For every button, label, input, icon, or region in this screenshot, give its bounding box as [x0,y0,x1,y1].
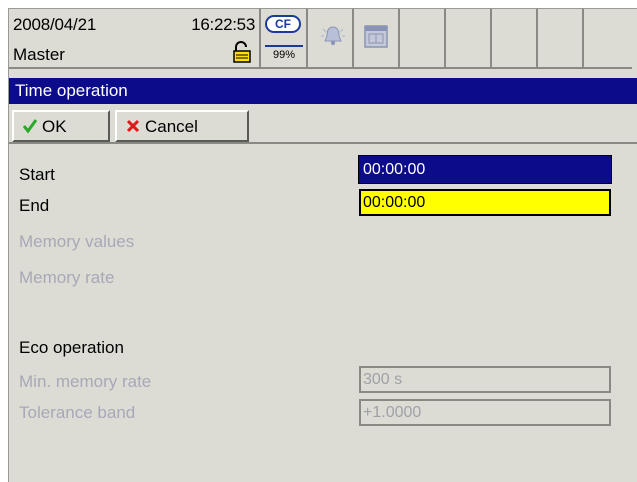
cf-usage-percent: 99% [265,45,303,63]
alarm-bell-icon [321,26,345,45]
eco-operation-heading: Eco operation [19,338,124,357]
device-screen: 2008/04/21 16:22:53 Master CF 99% Time o… [8,8,637,482]
datetime-panel: 2008/04/21 16:22:53 Master [9,9,261,69]
memory-rate-label: Memory rate [19,268,115,287]
dialog-title: Time operation [9,78,637,104]
status-slot-empty-5 [584,9,632,69]
checkmark-icon [22,119,38,134]
cancel-button-label: Cancel [145,116,198,136]
status-bar: 2008/04/21 16:22:53 Master CF 99% [9,9,637,69]
cf-card-icon: CF [265,15,301,33]
status-user: Master [13,45,65,64]
status-slot-empty-3 [492,9,538,69]
memory-values-label: Memory values [19,232,135,251]
cf-card-status[interactable]: CF 99% [261,9,308,69]
ok-button[interactable]: OK [12,110,110,142]
start-time-field[interactable]: 00:00:00 [358,155,612,184]
status-slot-empty-2 [446,9,492,69]
end-time-field[interactable]: 00:00:00 [359,189,611,216]
alarm-slot[interactable] [308,9,354,69]
status-slot-empty-4 [538,9,584,69]
status-slot-empty-1 [400,9,446,69]
tolerance-band-label: Tolerance band [19,403,136,422]
status-date: 2008/04/21 [13,15,97,34]
cancel-button[interactable]: Cancel [115,110,249,142]
calendar-slot[interactable] [354,9,400,69]
tolerance-band-field: +1.0000 [359,399,611,426]
min-memory-rate-field: 300 s [359,366,611,393]
start-label: Start [19,165,55,184]
ok-button-label: OK [42,116,67,136]
end-label: End [19,196,50,215]
cross-icon [126,119,140,133]
lock-icon [233,41,251,63]
button-row: OK Cancel [9,108,637,144]
min-memory-rate-label: Min. memory rate [19,372,152,391]
calendar-icon [364,25,388,48]
status-time: 16:22:53 [191,15,255,34]
